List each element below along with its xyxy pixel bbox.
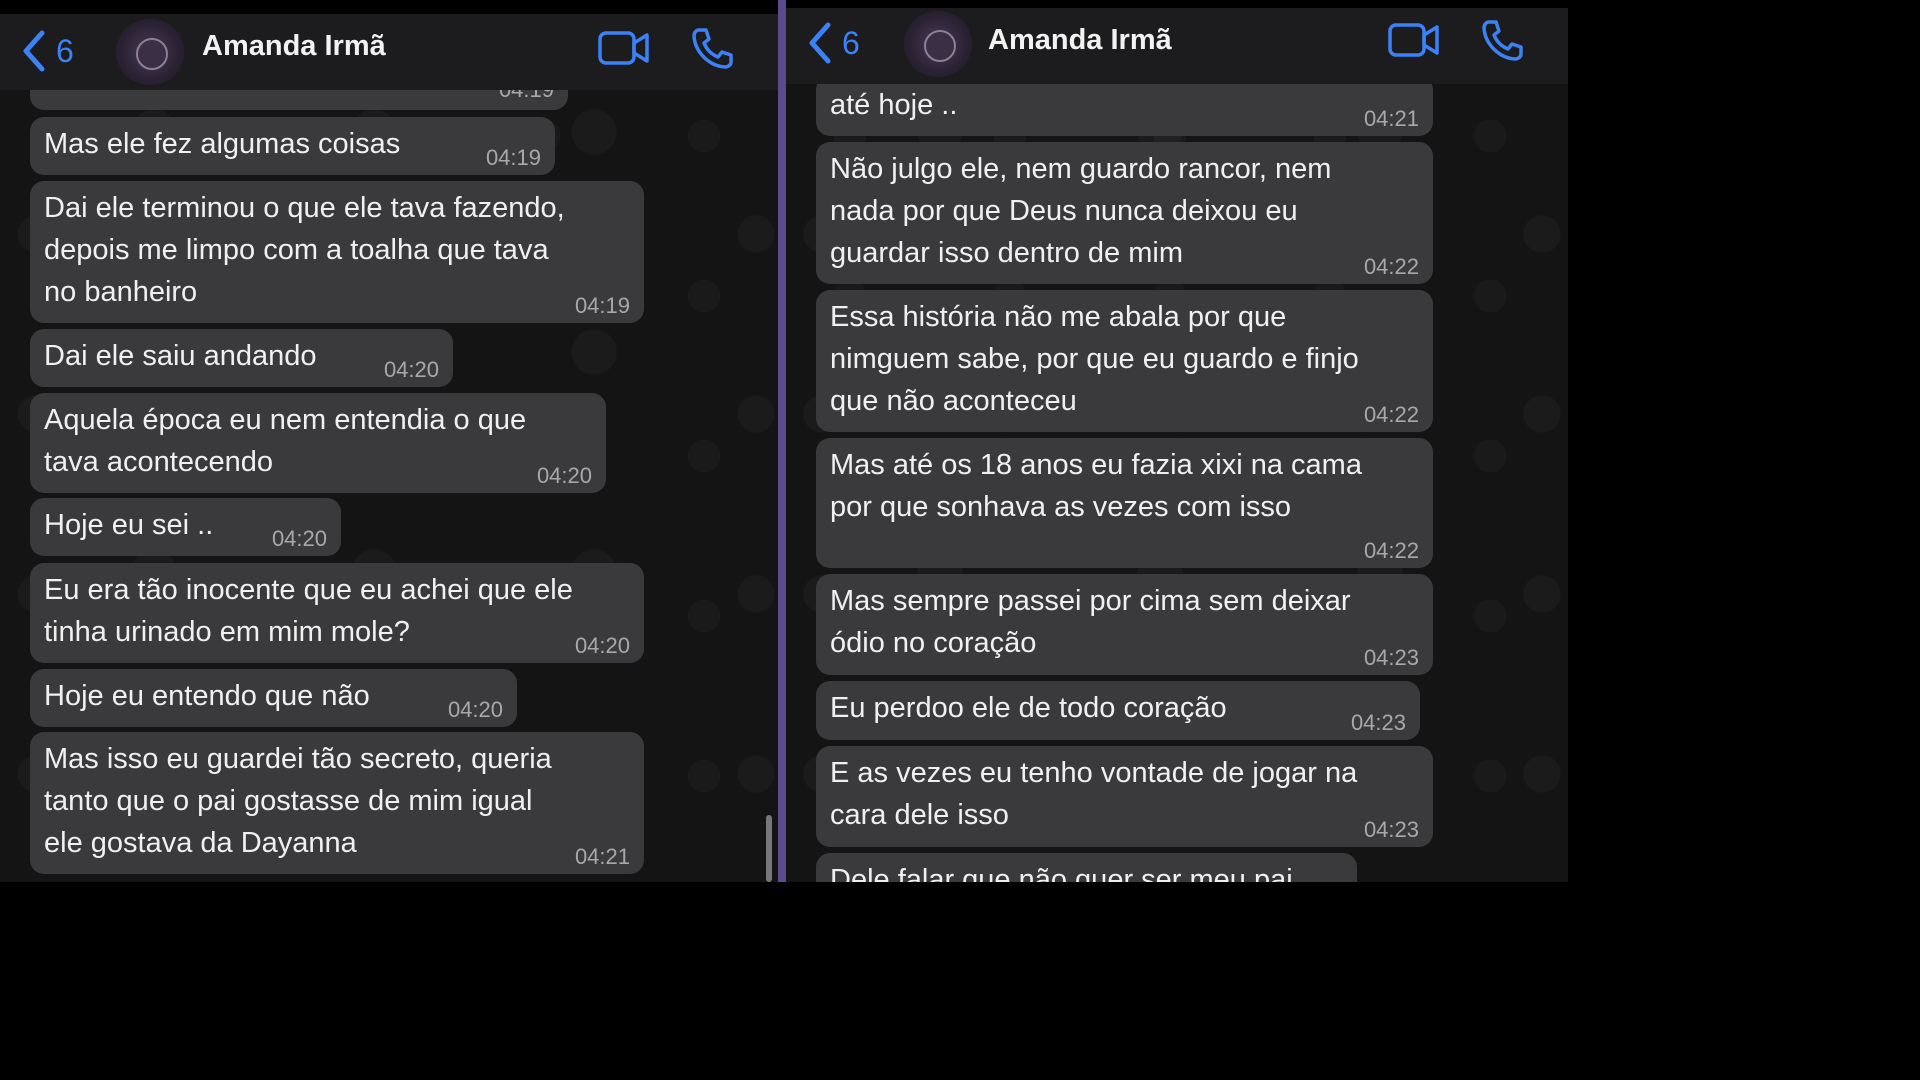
message-text: Hoje eu entendo que não [44, 680, 370, 712]
message-time: 04:20 [447, 697, 503, 722]
unread-count: 6 [56, 32, 74, 69]
message-time: 04:19 [485, 145, 541, 170]
message-bubble[interactable]: Dai ele terminou o que ele tava fazendo,… [30, 181, 644, 323]
message-bubble[interactable]: até hoje .. 04:21 [816, 76, 1433, 136]
message-bubble[interactable]: E as vezes eu tenho vontade de jogar na … [816, 746, 1433, 847]
message-time: 04:23 [1363, 817, 1419, 842]
video-call-button[interactable] [598, 30, 650, 71]
message-text: Eu era tão inocente que eu achei que ele… [44, 574, 573, 648]
video-camera-icon [1388, 23, 1439, 57]
message-time: 04:19 [574, 293, 630, 318]
chevron-left-icon [809, 22, 831, 64]
message-text: Dai ele saiu andando [44, 340, 317, 372]
contact-name[interactable]: Amanda Irmã [988, 24, 1172, 57]
panel-divider [778, 0, 786, 882]
message-text: Mas isso eu guardei tão secreto, queria … [44, 743, 552, 859]
chat-header: 6 Amanda Irmã [786, 8, 1568, 84]
phone-icon [1482, 20, 1523, 61]
message-bubble[interactable]: Dai ele saiu andando 04:20 [30, 329, 453, 387]
message-bubble[interactable]: Hoje eu sei .. 04:20 [30, 498, 341, 556]
message-bubble[interactable]: Eu perdoo ele de todo coração 04:23 [816, 681, 1420, 740]
phone-icon [692, 28, 733, 69]
message-bubble[interactable]: Não julgo ele, nem guardo rancor, nem na… [816, 142, 1433, 284]
message-bubble[interactable]: Hoje eu entendo que não 04:20 [30, 669, 517, 727]
message-text: Dai ele terminou o que ele tava fazendo,… [44, 192, 565, 308]
chevron-left-icon [23, 30, 45, 72]
message-time: 04:20 [383, 357, 439, 382]
message-text: Aquela época eu nem entendia o que tava … [44, 404, 527, 478]
message-time: 04:23 [1350, 710, 1406, 735]
message-bubble[interactable]: Mas até os 18 anos eu fazia xixi na cama… [816, 438, 1433, 568]
voice-call-button[interactable] [690, 26, 734, 75]
video-camera-icon [598, 31, 649, 65]
back-button[interactable]: 6 [806, 18, 860, 68]
avatar[interactable] [116, 19, 184, 85]
message-time: 04:22 [1363, 402, 1419, 427]
chat-panel-left: 04:19 Mas ele fez algumas coisas 04:19 D… [0, 0, 778, 882]
message-text: Dele falar que não quer ser meu pai [830, 864, 1293, 882]
message-bubble[interactable]: Dele falar que não quer ser meu pai [816, 853, 1357, 882]
message-time: 04:20 [536, 463, 592, 488]
video-call-button[interactable] [1388, 22, 1440, 63]
back-button[interactable]: 6 [20, 26, 74, 76]
scrollbar[interactable] [766, 815, 772, 882]
chat-panel-right: até hoje .. 04:21 Não julgo ele, nem gua… [786, 0, 1568, 882]
message-text: até hoje .. [830, 89, 958, 121]
chat-header: 6 Amanda Irmã [0, 14, 778, 90]
message-bubble[interactable]: Mas ele fez algumas coisas 04:19 [30, 117, 555, 175]
voice-call-button[interactable] [1480, 18, 1524, 67]
message-time: 04:23 [1363, 645, 1419, 670]
message-bubble[interactable]: Mas sempre passei por cima sem deixar ód… [816, 574, 1433, 675]
message-time: 04:21 [574, 844, 630, 869]
status-bar [786, 0, 1568, 8]
message-text: Não julgo ele, nem guardo rancor, nem na… [830, 153, 1332, 269]
message-bubble[interactable]: Aquela época eu nem entendia o que tava … [30, 393, 606, 493]
message-time: 04:20 [271, 526, 327, 551]
message-time: 04:21 [1363, 106, 1419, 131]
status-bar [0, 0, 778, 14]
unread-count: 6 [842, 24, 860, 61]
message-text: Mas ele fez algumas coisas [44, 128, 401, 160]
message-bubble[interactable]: Mas isso eu guardei tão secreto, queria … [30, 732, 644, 874]
contact-name[interactable]: Amanda Irmã [202, 30, 386, 63]
message-time: 04:22 [1363, 254, 1419, 279]
message-bubble[interactable]: Eu era tão inocente que eu achei que ele… [30, 563, 644, 663]
message-text: Mas sempre passei por cima sem deixar ód… [830, 585, 1351, 659]
message-text: Eu perdoo ele de todo coração [830, 692, 1227, 724]
message-time: 04:22 [1363, 538, 1419, 563]
message-text: Essa história não me abala por que nimgu… [830, 301, 1359, 417]
avatar[interactable] [904, 11, 972, 77]
message-text: E as vezes eu tenho vontade de jogar na … [830, 757, 1358, 831]
message-time: 04:20 [574, 633, 630, 658]
message-bubble[interactable]: Essa história não me abala por que nimgu… [816, 290, 1433, 432]
message-text: Mas até os 18 anos eu fazia xixi na cama… [830, 449, 1362, 523]
